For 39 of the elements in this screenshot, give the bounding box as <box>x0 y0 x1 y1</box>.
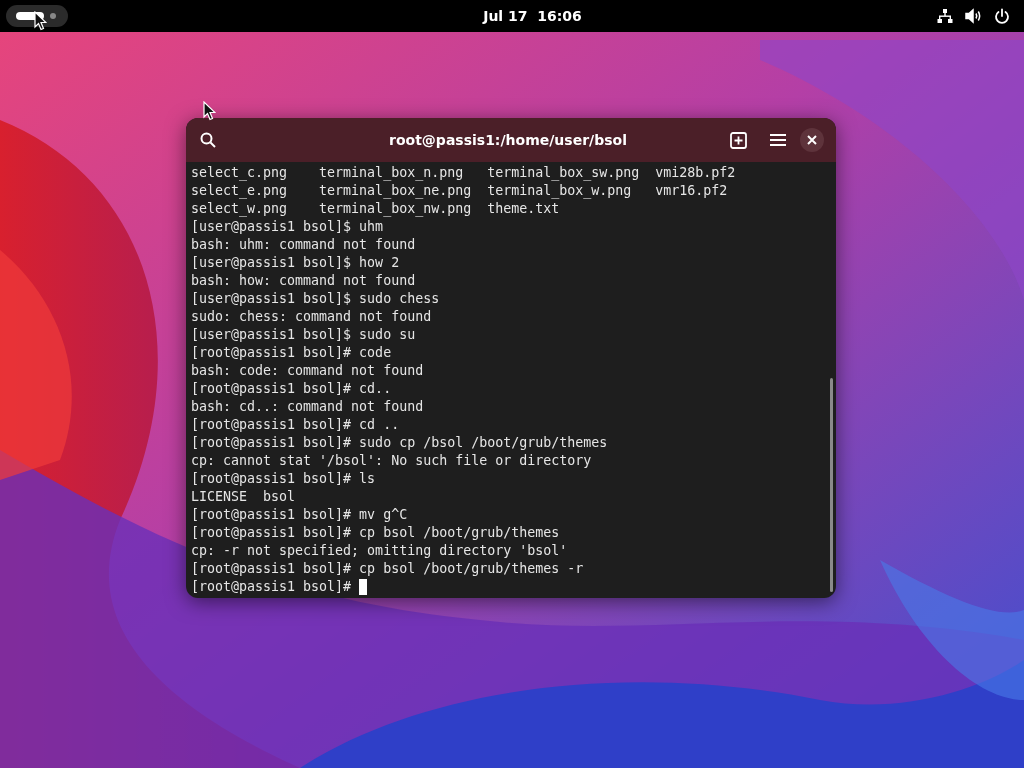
network-icon[interactable] <box>937 8 953 24</box>
mouse-pointer-icon <box>203 101 216 121</box>
search-icon <box>200 132 216 148</box>
plus-square-icon <box>729 131 747 149</box>
scrollbar[interactable] <box>830 378 833 592</box>
terminal-line: [user@passis1 bsol]$ sudo chess <box>191 290 440 308</box>
close-icon <box>807 135 817 145</box>
new-tab-button[interactable] <box>728 130 748 150</box>
terminal-line: bash: uhm: command not found <box>191 236 416 254</box>
terminal-line: select_e.png terminal_box_ne.png terminal_box_w.png vmr16.pf2 <box>191 182 728 200</box>
terminal-line: sudo: chess: command not found <box>191 308 432 326</box>
terminal-line: [root@passis1 bsol]# cp bsol /boot/grub/themes -r <box>191 560 584 578</box>
terminal-line: cp: cannot stat '/bsol': No such file or directory <box>191 452 592 470</box>
clock[interactable]: Jul 17 16:06 <box>483 5 582 27</box>
terminal-line: select_c.png terminal_box_n.png terminal_box_sw.png vmi28b.pf2 <box>191 164 736 182</box>
terminal-line: cp: -r not specified; omitting directory 'bsol' <box>191 542 568 560</box>
terminal-line: [root@passis1 bsol]# sudo cp /bsol /boot/grub/themes <box>191 434 608 452</box>
terminal-line: bash: code: command not found <box>191 362 424 380</box>
search-button[interactable] <box>198 130 218 150</box>
terminal-line: [root@passis1 bsol]# code <box>191 344 392 362</box>
terminal-line: [root@passis1 bsol]# cp bsol /boot/grub/themes <box>191 524 560 542</box>
menu-icon <box>770 133 786 147</box>
volume-icon[interactable] <box>965 8 982 24</box>
terminal-line: [user@passis1 bsol]$ uhm <box>191 218 384 236</box>
mouse-pointer-icon <box>34 11 47 31</box>
terminal-line: select_w.png terminal_box_nw.png theme.txt <box>191 200 560 218</box>
power-icon[interactable] <box>994 8 1010 24</box>
window-title: root@passis1:/home/user/bsol <box>388 130 628 150</box>
close-button[interactable] <box>800 128 824 152</box>
terminal-line: bash: cd..: command not found <box>191 398 424 416</box>
terminal-line: [root@passis1 bsol]# cd.. <box>191 380 392 398</box>
terminal-line: [root@passis1 bsol]# ls <box>191 470 376 488</box>
terminal-line: [user@passis1 bsol]$ sudo su <box>191 326 416 344</box>
terminal-line: [root@passis1 bsol]# cd .. <box>191 416 400 434</box>
terminal-line: [root@passis1 bsol]# <box>191 578 353 596</box>
terminal-line: [root@passis1 bsol]# mv g^C <box>191 506 408 524</box>
terminal-line: [user@passis1 bsol]$ how 2 <box>191 254 400 272</box>
terminal-line: bash: how: command not found <box>191 272 416 290</box>
terminal-line: LICENSE bsol <box>191 488 296 506</box>
